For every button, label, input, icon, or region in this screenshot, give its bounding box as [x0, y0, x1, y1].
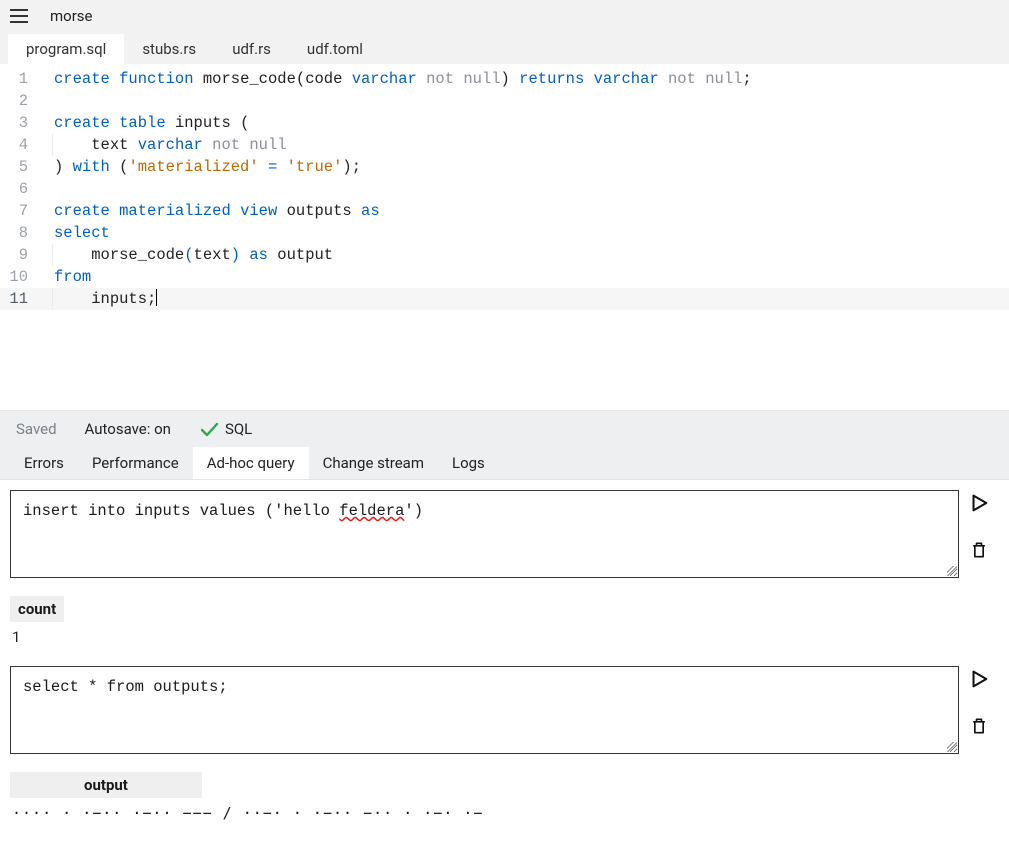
delete-query-button[interactable] [969, 540, 989, 564]
checkmark-icon [199, 419, 219, 439]
query-actions-1 [959, 490, 999, 564]
run-query-button[interactable] [968, 492, 990, 518]
tab-errors[interactable]: Errors [10, 447, 78, 479]
code-line-9[interactable]: morse_code(text) as output [42, 244, 1009, 266]
query-input-2[interactable]: select * from outputs; [10, 666, 959, 754]
line-number: 6 [0, 178, 42, 200]
autosave-status: Autosave: on [85, 420, 171, 438]
tab-performance[interactable]: Performance [78, 447, 193, 479]
line-number: 9 [0, 244, 42, 266]
line-number: 10 [0, 266, 42, 288]
editor-blank-area[interactable] [0, 310, 1009, 410]
result-header: output [10, 772, 202, 798]
query-input-1[interactable]: insert into inputs values ('hello felder… [10, 490, 959, 578]
tab-logs[interactable]: Logs [438, 447, 499, 479]
line-number: 4 [0, 134, 42, 156]
line-number: 11 [0, 288, 42, 310]
pipeline-title: morse [50, 7, 93, 25]
code-line-7[interactable]: create materialized view outputs as [42, 200, 1009, 222]
save-status: Saved [16, 420, 57, 438]
code-line-3[interactable]: create table inputs ( [42, 112, 1009, 134]
code-line-10[interactable]: from [42, 266, 1009, 288]
delete-query-button[interactable] [969, 716, 989, 740]
status-bar: Saved Autosave: on SQL [0, 410, 1009, 446]
line-number: 8 [0, 222, 42, 244]
tab-udf-toml[interactable]: udf.toml [289, 34, 381, 64]
tab-change-stream[interactable]: Change stream [309, 447, 438, 479]
tab-program-sql[interactable]: program.sql [8, 34, 124, 64]
hamburger-menu-icon[interactable] [10, 6, 30, 26]
result-value: ···· · ·−·· ·−·· −−− / ··−· · ·−·· −·· ·… [10, 798, 999, 824]
line-number: 7 [0, 200, 42, 222]
run-query-button[interactable] [968, 668, 990, 694]
code-line-8[interactable]: select [42, 222, 1009, 244]
code-line-4[interactable]: text varchar not null [42, 134, 1009, 156]
adhoc-query-panel: insert into inputs values ('hello felder… [0, 480, 1009, 850]
code-line-6[interactable] [42, 178, 1009, 200]
query-block-1: insert into inputs values ('hello felder… [10, 490, 999, 578]
code-line-2[interactable] [42, 90, 1009, 112]
line-number: 3 [0, 112, 42, 134]
line-number: 5 [0, 156, 42, 178]
code-line-1[interactable]: create function morse_code(code varchar … [42, 68, 1009, 90]
query-result-1: count 1 [10, 596, 999, 648]
tab-udf-rs[interactable]: udf.rs [214, 34, 289, 64]
line-number: 1 [0, 68, 42, 90]
result-header: count [10, 596, 64, 622]
result-value: 1 [10, 622, 999, 648]
text-cursor [156, 289, 157, 306]
tab-stubs-rs[interactable]: stubs.rs [124, 34, 214, 64]
sql-status: SQL [199, 419, 252, 439]
code-editor[interactable]: 1 create function morse_code(code varcha… [0, 64, 1009, 410]
query-result-2: output ···· · ·−·· ·−·· −−− / ··−· · ·−·… [10, 772, 999, 824]
app-header: morse [0, 0, 1009, 32]
code-line-5[interactable]: ) with ('materialized' = 'true'); [42, 156, 1009, 178]
bottom-panel-tabs: Errors Performance Ad-hoc query Change s… [0, 446, 1009, 480]
query-block-2: select * from outputs; [10, 666, 999, 754]
line-number: 2 [0, 90, 42, 112]
query-actions-2 [959, 666, 999, 740]
tab-adhoc-query[interactable]: Ad-hoc query [193, 447, 309, 479]
code-line-11[interactable]: inputs; [42, 288, 1009, 310]
file-tabs: program.sql stubs.rs udf.rs udf.toml [0, 32, 1009, 64]
